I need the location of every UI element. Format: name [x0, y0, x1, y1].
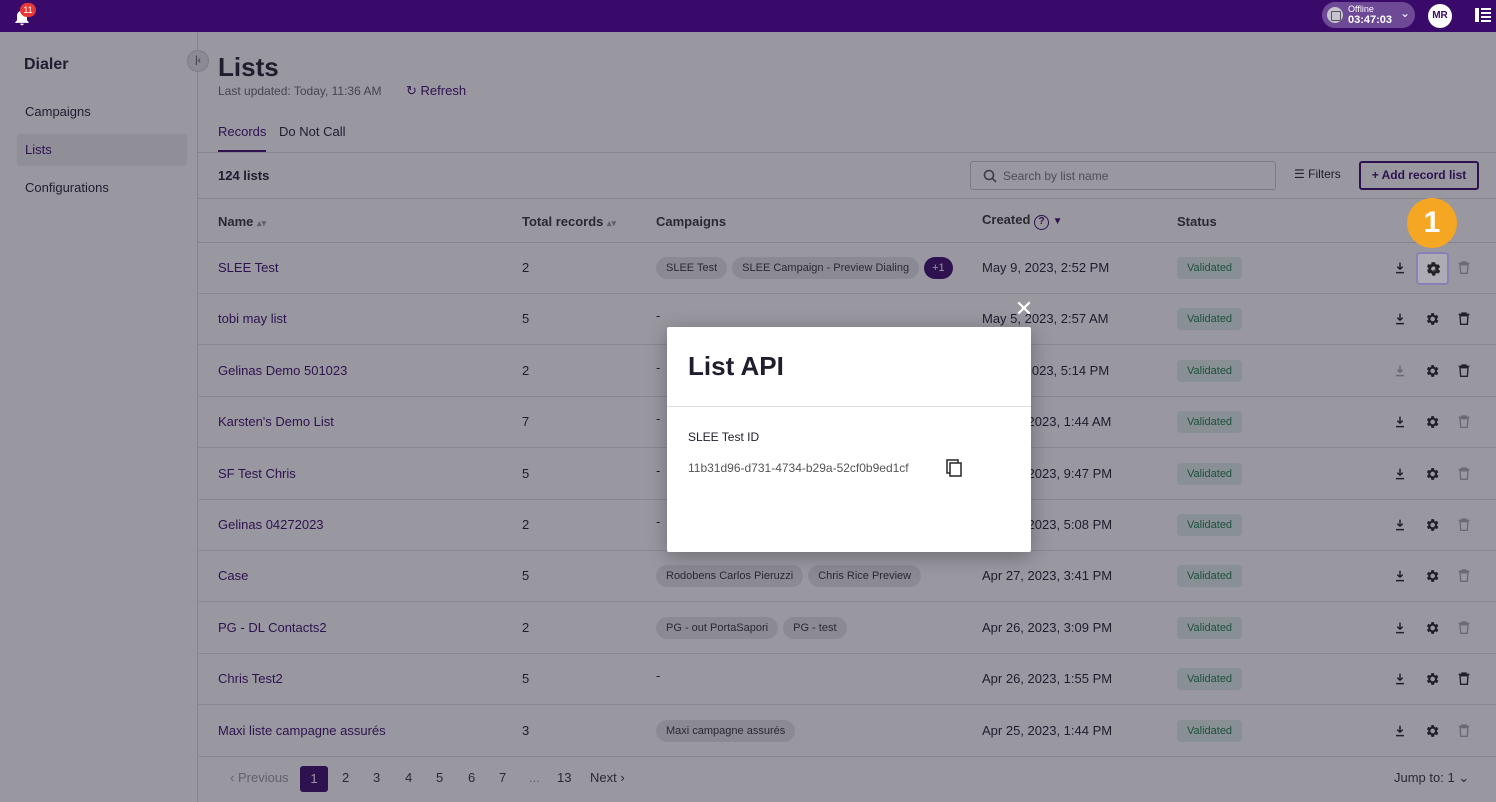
settings-highlight[interactable] — [1416, 252, 1449, 285]
step-badge: 1 — [1407, 198, 1457, 248]
modal-divider — [667, 406, 1031, 407]
copy-icon[interactable] — [944, 458, 964, 478]
chevron-down-icon: ⌄ — [1400, 6, 1411, 20]
notification-badge: 11 — [20, 3, 36, 17]
modal-id-label: SLEE Test ID — [688, 430, 760, 444]
status-timer: 03:47:03 — [1348, 14, 1393, 26]
status-label: Offline — [1348, 4, 1374, 14]
side-panel-icon[interactable] — [1474, 6, 1492, 24]
agent-status-dropdown[interactable]: Offline 03:47:03 ⌄ — [1322, 2, 1415, 28]
user-avatar[interactable]: MR — [1428, 4, 1452, 28]
top-bar: 11 Offline 03:47:03 ⌄ MR — [0, 0, 1496, 32]
list-api-modal: List API SLEE Test ID 11b31d96-d731-4734… — [667, 327, 1031, 552]
list-id-value: 11b31d96-d731-4734-b29a-52cf0b9ed1cf — [688, 461, 909, 475]
modal-backdrop-sidebar — [0, 32, 198, 802]
close-icon[interactable]: ✕ — [1013, 298, 1035, 320]
gear-icon — [1427, 262, 1441, 276]
stop-icon — [1327, 7, 1343, 23]
modal-title: List API — [688, 351, 784, 381]
